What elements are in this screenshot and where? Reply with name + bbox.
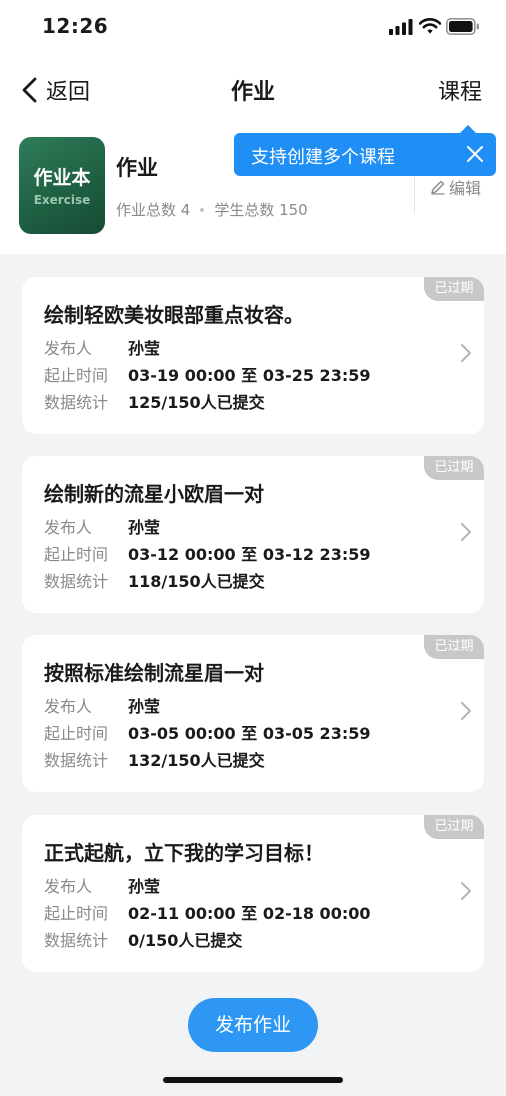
period-value: 03-05 00:00 至 03-05 23:59 bbox=[128, 724, 371, 743]
assignment-title: 绘制新的流星小欧眉一对 bbox=[44, 482, 264, 506]
assignment-card[interactable]: 已过期 绘制轻欧美妆眼部重点妆容。 发布人 孙莹 起止时间 03-19 00:0… bbox=[22, 277, 484, 434]
publisher-row: 发布人 孙莹 bbox=[44, 514, 160, 538]
period-label: 起止时间 bbox=[44, 545, 109, 564]
edit-label: 编辑 bbox=[449, 179, 482, 198]
stats-value: 118/150人已提交 bbox=[128, 572, 265, 591]
close-icon[interactable] bbox=[464, 143, 486, 165]
assignment-title: 绘制轻欧美妆眼部重点妆容。 bbox=[44, 303, 304, 327]
edit-button[interactable]: 编辑 bbox=[430, 175, 481, 199]
assignment-title: 正式起航，立下我的学习目标！ bbox=[44, 841, 324, 865]
chevron-right-icon bbox=[461, 523, 471, 541]
stats-value: 132/150人已提交 bbox=[128, 751, 265, 770]
publisher-label: 发布人 bbox=[44, 697, 93, 716]
back-label: 返回 bbox=[46, 80, 91, 105]
stats-label: 数据统计 bbox=[44, 572, 109, 591]
publisher-value: 孙莹 bbox=[128, 339, 161, 358]
tooltip-text: 支持创建多个课程 bbox=[251, 147, 395, 168]
stats-label: 数据统计 bbox=[44, 393, 109, 412]
publish-homework-button[interactable]: 发布作业 bbox=[188, 998, 318, 1052]
header-section: 12:26 返回 作业 课程 作业本 Exercise 作业 作业总数 4 学生… bbox=[0, 0, 506, 254]
assignment-title: 按照标准绘制流星眉一对 bbox=[44, 661, 264, 685]
course-link[interactable]: 课程 bbox=[438, 74, 482, 106]
stats-value: 0/150人已提交 bbox=[128, 931, 243, 950]
stats-row: 数据统计 125/150人已提交 bbox=[44, 389, 265, 413]
pencil-icon bbox=[431, 180, 445, 195]
publisher-row: 发布人 孙莹 bbox=[44, 693, 160, 717]
back-button[interactable]: 返回 bbox=[20, 74, 90, 106]
course-cover-image[interactable]: 作业本 Exercise bbox=[19, 137, 105, 234]
stats-row: 数据统计 118/150人已提交 bbox=[44, 568, 265, 592]
chevron-right-icon bbox=[461, 882, 471, 900]
period-value: 02-11 00:00 至 02-18 00:00 bbox=[128, 904, 371, 923]
wifi-icon bbox=[419, 18, 441, 34]
period-value: 03-19 00:00 至 03-25 23:59 bbox=[128, 366, 371, 385]
publisher-value: 孙莹 bbox=[128, 877, 161, 896]
period-row: 起止时间 03-05 00:00 至 03-05 23:59 bbox=[44, 720, 371, 744]
battery-icon bbox=[446, 18, 479, 35]
stats-label: 数据统计 bbox=[44, 751, 109, 770]
stats-value: 125/150人已提交 bbox=[128, 393, 265, 412]
student-total: 学生总数 150 bbox=[214, 201, 308, 219]
cover-subtitle: Exercise bbox=[33, 193, 91, 207]
separator-dot bbox=[200, 207, 205, 212]
period-row: 起止时间 03-12 00:00 至 03-12 23:59 bbox=[44, 541, 371, 565]
status-time: 12:26 bbox=[42, 14, 109, 38]
publisher-label: 发布人 bbox=[44, 877, 93, 896]
publisher-row: 发布人 孙莹 bbox=[44, 335, 160, 359]
home-indicator bbox=[163, 1077, 343, 1083]
expired-badge: 已过期 bbox=[424, 815, 484, 839]
chevron-left-icon bbox=[22, 77, 37, 103]
cover-title: 作业本 bbox=[33, 167, 91, 189]
publisher-label: 发布人 bbox=[44, 339, 93, 358]
period-row: 起止时间 02-11 00:00 至 02-18 00:00 bbox=[44, 900, 371, 924]
chevron-right-icon bbox=[461, 702, 471, 720]
period-label: 起止时间 bbox=[44, 366, 109, 385]
stats-row: 数据统计 132/150人已提交 bbox=[44, 747, 265, 771]
nav-bar: 返回 作业 课程 bbox=[0, 62, 506, 118]
stats-row: 数据统计 0/150人已提交 bbox=[44, 927, 242, 951]
period-label: 起止时间 bbox=[44, 904, 109, 923]
course-tooltip: 支持创建多个课程 bbox=[234, 125, 496, 176]
period-label: 起止时间 bbox=[44, 724, 109, 743]
chevron-right-icon bbox=[461, 344, 471, 362]
publisher-row: 发布人 孙莹 bbox=[44, 873, 160, 897]
course-name: 作业 bbox=[116, 156, 158, 180]
course-stats: 作业总数 4 学生总数 150 bbox=[116, 199, 308, 220]
assignment-card[interactable]: 已过期 正式起航，立下我的学习目标！ 发布人 孙莹 起止时间 02-11 00:… bbox=[22, 815, 484, 972]
period-row: 起止时间 03-19 00:00 至 03-25 23:59 bbox=[44, 362, 371, 386]
publisher-value: 孙莹 bbox=[128, 518, 161, 537]
expired-badge: 已过期 bbox=[424, 635, 484, 659]
publisher-label: 发布人 bbox=[44, 518, 93, 537]
homework-total: 作业总数 4 bbox=[116, 201, 191, 219]
publisher-value: 孙莹 bbox=[128, 697, 161, 716]
stats-label: 数据统计 bbox=[44, 931, 109, 950]
divider bbox=[414, 172, 415, 214]
assignment-card[interactable]: 已过期 按照标准绘制流星眉一对 发布人 孙莹 起止时间 03-05 00:00 … bbox=[22, 635, 484, 792]
period-value: 03-12 00:00 至 03-12 23:59 bbox=[128, 545, 371, 564]
status-bar: 12:26 bbox=[0, 0, 506, 54]
expired-badge: 已过期 bbox=[424, 456, 484, 480]
assignment-card[interactable]: 已过期 绘制新的流星小欧眉一对 发布人 孙莹 起止时间 03-12 00:00 … bbox=[22, 456, 484, 613]
expired-badge: 已过期 bbox=[424, 277, 484, 301]
signal-icon bbox=[389, 19, 413, 35]
